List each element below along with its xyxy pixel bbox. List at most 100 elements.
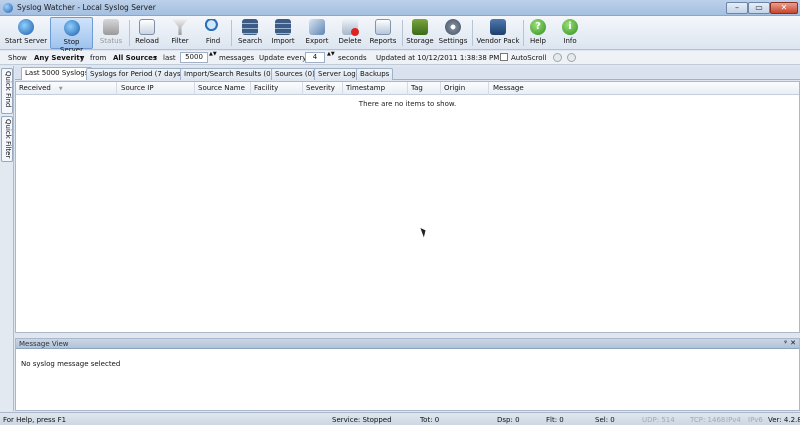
toolbar-separator (402, 20, 403, 46)
autoscroll-checkbox[interactable] (500, 53, 508, 61)
help-icon: ? (530, 19, 546, 35)
info-icon: i (562, 19, 578, 35)
from-label: from (90, 54, 107, 62)
export-icon (309, 19, 325, 35)
delete-icon (342, 19, 359, 36)
severity-dropdown[interactable]: Any Severity (34, 54, 84, 62)
window-title: Syslog Watcher - Local Syslog Server (17, 3, 156, 12)
status-tcp: TCP: 1468 (690, 416, 726, 424)
severity-chevron-down-icon[interactable]: ▾ (80, 54, 83, 61)
quick-filter-tab[interactable]: Quick Filter (1, 116, 13, 162)
updated-at-label: Updated at 10/12/2011 1:38:38 PM (376, 54, 500, 62)
settings-button[interactable]: Settings (437, 17, 469, 49)
main-toolbar: Start Server Stop Server Status Reload F… (0, 16, 800, 54)
update-interval-input[interactable]: 4 (305, 52, 325, 63)
vendor-pack-button[interactable]: Vendor Pack (475, 17, 521, 49)
pin-icon[interactable]: ᵠ (784, 339, 787, 347)
search-icon (242, 19, 258, 35)
stop-server-button[interactable]: Stop Server (50, 17, 93, 54)
quick-panel-sidebar: Quick Find Quick Filter (0, 66, 14, 411)
column-divider[interactable] (440, 82, 441, 95)
sources-chevron-down-icon[interactable]: ▾ (154, 54, 157, 61)
seconds-label: seconds (338, 54, 367, 62)
status-button[interactable]: Status (96, 17, 126, 49)
toolbar-separator (472, 20, 473, 46)
column-divider[interactable] (116, 82, 117, 95)
gear-icon (445, 19, 461, 35)
message-view-title: Message View (19, 340, 69, 348)
toolbar-separator (129, 20, 130, 46)
column-severity[interactable]: Severity (306, 84, 335, 92)
storage-icon (412, 19, 428, 35)
status-icon (103, 19, 119, 35)
reload-button[interactable]: Reload (132, 17, 162, 49)
last-label: last (163, 54, 176, 62)
messages-label: messages (219, 54, 255, 62)
view-tabs: Last 5000 Syslogs Syslogs for Period (7 … (15, 67, 800, 80)
column-source-name[interactable]: Source Name (198, 84, 245, 92)
info-button[interactable]: i Info (558, 17, 582, 49)
status-bar: For Help, press F1 Service: Stopped Tot:… (0, 412, 800, 425)
stop-server-icon (63, 20, 80, 36)
refresh-icon[interactable] (553, 53, 562, 62)
message-view-panel: Message View ᵠ ✕ No syslog message selec… (15, 338, 800, 411)
column-message[interactable]: Message (493, 84, 524, 92)
message-count-input[interactable]: 5000 (180, 52, 208, 63)
reports-icon (375, 19, 391, 35)
help-small-icon[interactable] (567, 53, 576, 62)
quick-find-tab[interactable]: Quick Find (1, 68, 13, 114)
column-divider[interactable] (407, 82, 408, 95)
empty-grid-message: There are no items to show. (358, 100, 457, 108)
column-received[interactable]: Received ▼ (19, 84, 63, 92)
column-timestamp[interactable]: Timestamp (346, 84, 385, 92)
close-button[interactable]: ✕ (770, 2, 798, 14)
message-view-text: No syslog message selected (21, 360, 121, 368)
storage-button[interactable]: Storage (404, 17, 436, 49)
tab-syslogs-period[interactable]: Syslogs for Period (7 days) (86, 68, 188, 80)
tab-server-log[interactable]: Server Log (314, 68, 360, 80)
help-button[interactable]: ? Help (526, 17, 550, 49)
column-divider[interactable] (194, 82, 195, 95)
search-button[interactable]: Search (235, 17, 265, 49)
update-every-label: Update every (259, 54, 307, 62)
import-button[interactable]: Import (268, 17, 298, 49)
show-label: Show (8, 54, 27, 62)
column-facility[interactable]: Facility (254, 84, 278, 92)
sort-arrow-icon: ▼ (58, 86, 63, 92)
close-icon[interactable]: ✕ (790, 339, 796, 347)
export-button[interactable]: Export (302, 17, 332, 49)
autoscroll-label: AutoScroll (511, 54, 547, 62)
status-selected: Sel: 0 (595, 416, 615, 424)
sources-dropdown[interactable]: All Sources (113, 54, 157, 62)
minimize-button[interactable]: – (726, 2, 748, 14)
column-divider[interactable] (302, 82, 303, 95)
filter-button[interactable]: Filter (166, 17, 194, 49)
find-button[interactable]: Find (200, 17, 226, 49)
tab-last-syslogs[interactable]: Last 5000 Syslogs (21, 67, 93, 80)
column-origin[interactable]: Origin (444, 84, 465, 92)
status-total: Tot: 0 (420, 416, 440, 424)
title-bar: Syslog Watcher - Local Syslog Server – ▭… (0, 0, 800, 16)
column-tag[interactable]: Tag (411, 84, 423, 92)
update-interval-spinner[interactable]: ▲▼ (327, 52, 335, 57)
maximize-button[interactable]: ▭ (748, 2, 770, 14)
vendor-pack-icon (490, 19, 506, 35)
tab-import-search-results[interactable]: Import/Search Results (0) (180, 68, 278, 80)
reports-button[interactable]: Reports (368, 17, 398, 49)
column-divider[interactable] (488, 82, 489, 95)
message-count-spinner[interactable]: ▲▼ (209, 52, 217, 57)
status-filtered: Flt: 0 (546, 416, 564, 424)
tab-sources[interactable]: Sources (0) (271, 68, 319, 80)
status-ipv6: IPv6 (748, 416, 763, 424)
start-server-button[interactable]: Start Server (4, 17, 48, 49)
column-divider[interactable] (250, 82, 251, 95)
delete-button[interactable]: Delete (335, 17, 365, 49)
column-source-ip[interactable]: Source IP (121, 84, 154, 92)
syslog-grid[interactable]: Received ▼ Source IP Source Name Facility… (15, 81, 800, 333)
column-divider[interactable] (342, 82, 343, 95)
app-icon (3, 3, 13, 13)
status-displayed: Dsp: 0 (497, 416, 520, 424)
status-version: Ver: 4.2.8 (768, 416, 800, 424)
tab-backups[interactable]: Backups (356, 68, 394, 80)
mouse-cursor-icon (420, 226, 428, 238)
